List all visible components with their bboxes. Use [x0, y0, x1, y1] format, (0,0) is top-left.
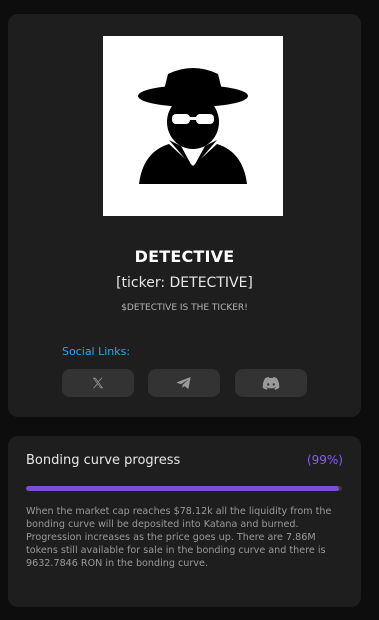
- detective-icon: [138, 68, 248, 184]
- bonding-curve-title: Bonding curve progress: [26, 453, 181, 468]
- token-ticker: [ticker: DETECTIVE]: [116, 275, 253, 291]
- token-card: DETECTIVE [ticker: DETECTIVE] $DETECTIVE…: [8, 14, 361, 417]
- discord-link-button[interactable]: [235, 369, 307, 397]
- social-links-label: Social Links:: [62, 345, 131, 358]
- bonding-curve-card: Bonding curve progress (99%) When the ma…: [8, 436, 361, 607]
- bonding-curve-percent: (99%): [306, 453, 343, 467]
- bonding-curve-description: When the market cap reaches $78.12k all …: [26, 506, 332, 569]
- telegram-icon: [176, 377, 191, 389]
- bonding-progress-bar: [26, 486, 342, 491]
- token-image: [103, 36, 283, 216]
- token-description: $DETECTIVE IS THE TICKER!: [121, 303, 248, 313]
- x-icon: [92, 377, 104, 389]
- x-link-button[interactable]: [62, 369, 134, 397]
- discord-icon: [262, 376, 280, 390]
- token-name: DETECTIVE: [134, 247, 235, 266]
- bonding-progress-fill: [26, 486, 339, 491]
- telegram-link-button[interactable]: [148, 369, 220, 397]
